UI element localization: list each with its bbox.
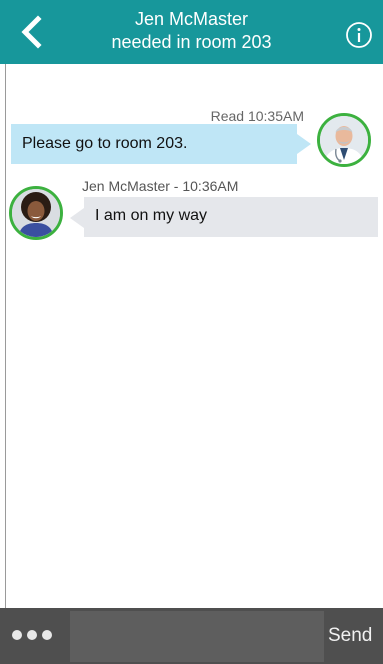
back-button[interactable] xyxy=(14,14,50,50)
bubble-tail xyxy=(297,134,311,154)
nurse-avatar[interactable] xyxy=(9,186,63,240)
conversation-title: Jen McMaster needed in room 203 xyxy=(60,8,323,54)
outgoing-message-text: Please go to room 203. xyxy=(22,135,188,152)
message-composer: Send xyxy=(0,608,383,664)
info-circle-icon xyxy=(346,22,372,48)
incoming-message-text: I am on my way xyxy=(95,207,208,224)
title-name: Jen McMaster xyxy=(134,9,249,29)
chevron-left-icon xyxy=(21,15,42,49)
sender-timestamp: Jen McMaster - 10:36AM xyxy=(82,178,239,194)
nurse-avatar-image xyxy=(12,189,60,237)
chat-screen: Jen McMaster needed in room 203 Read 10:… xyxy=(0,0,383,664)
title-subtitle: needed in room 203 xyxy=(111,32,272,52)
divider xyxy=(5,64,6,608)
doctor-avatar-image xyxy=(320,116,368,164)
more-dots-icon xyxy=(12,630,22,640)
message-input[interactable] xyxy=(70,611,324,662)
more-dots-icon xyxy=(27,630,37,640)
send-button[interactable]: Send xyxy=(328,608,383,664)
doctor-avatar[interactable] xyxy=(317,113,371,167)
more-dots-icon xyxy=(42,630,52,640)
info-button[interactable] xyxy=(345,21,373,49)
chat-header: Jen McMaster needed in room 203 xyxy=(0,0,383,64)
bubble-tail xyxy=(70,208,84,228)
read-receipt: Read 10:35AM xyxy=(210,108,304,124)
more-options-button[interactable] xyxy=(0,608,70,664)
